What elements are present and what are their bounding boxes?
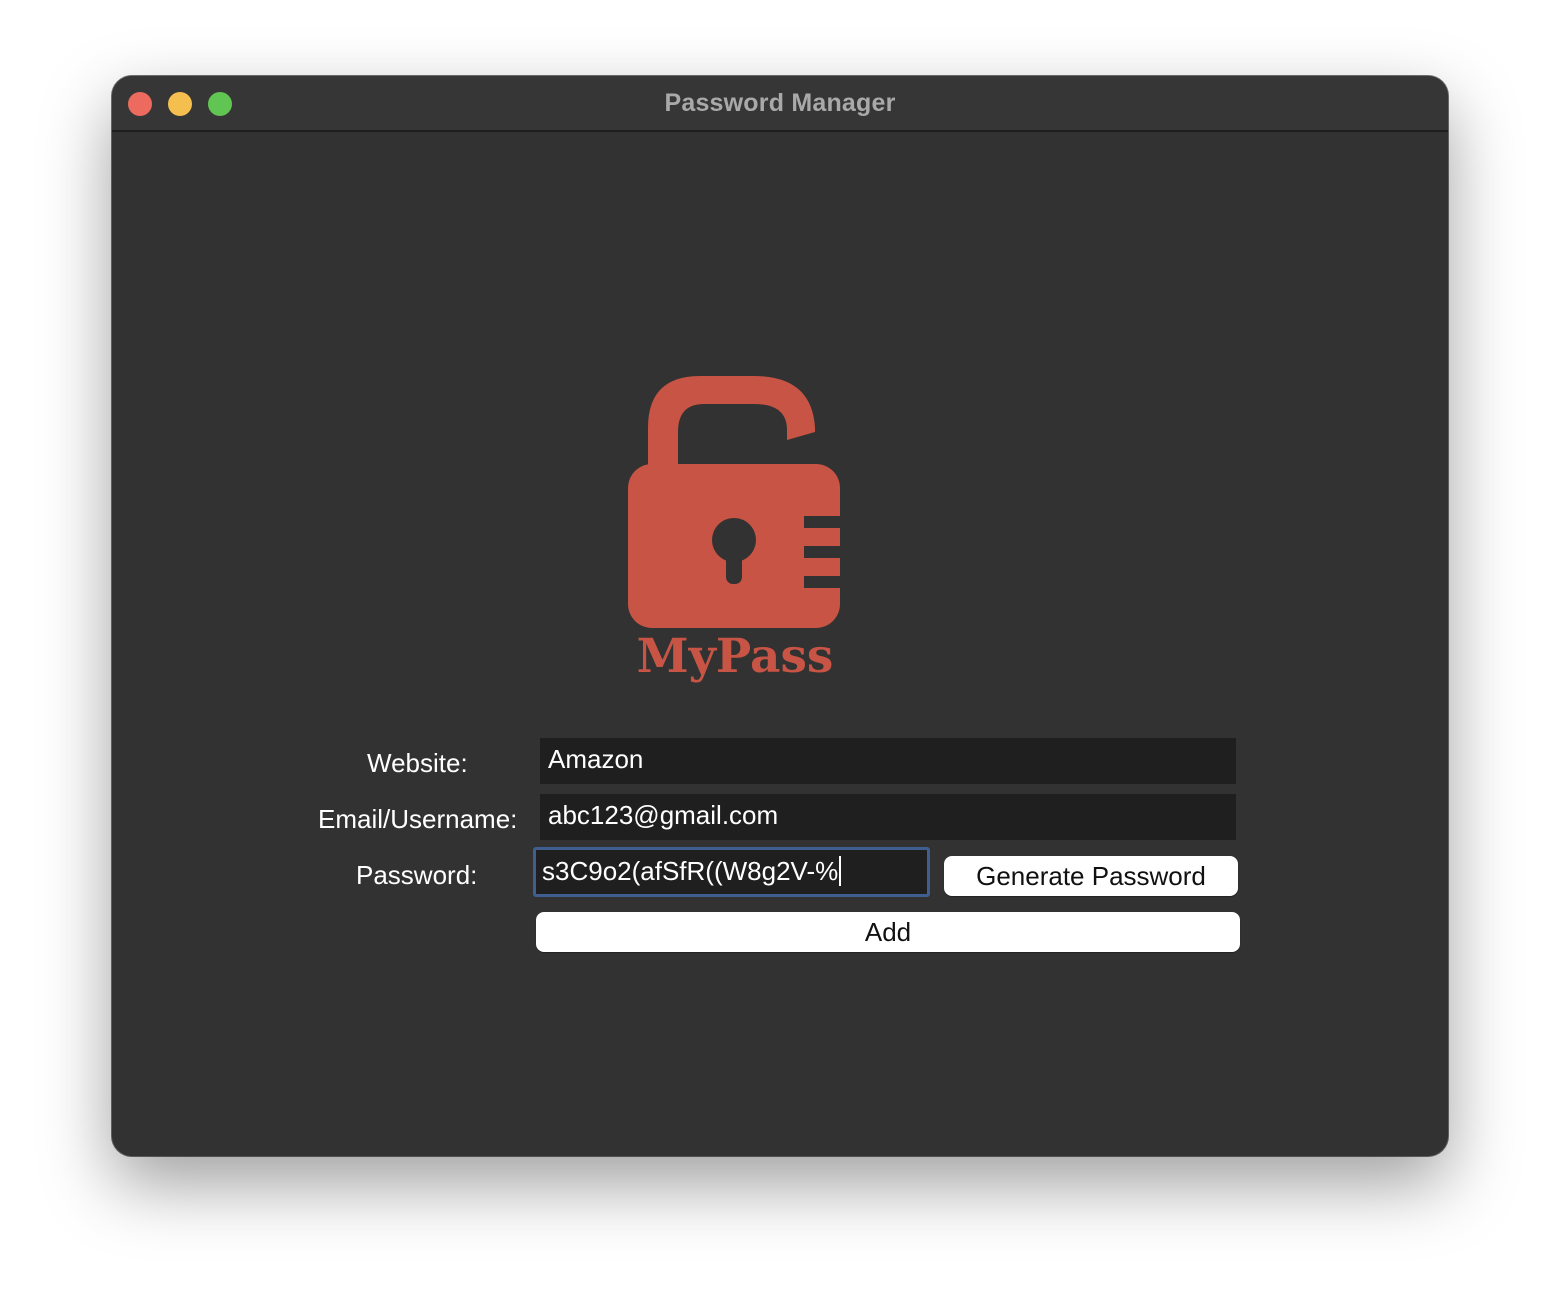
add-button[interactable]: Add [536,912,1240,952]
title-bar[interactable]: Password Manager [112,76,1448,132]
mypass-logo: MyPass [628,376,844,684]
password-label: Password: [356,860,478,890]
text-caret [839,856,842,886]
app-window: Password Manager MyPass Website: Amazon … [112,76,1448,1156]
padlock-icon [628,376,840,628]
email-input[interactable]: abc123@gmail.com [540,794,1236,840]
website-input[interactable]: Amazon [540,738,1236,784]
email-label: Email/Username: [318,804,518,834]
website-label: Website: [367,748,468,778]
logo-text: MyPass [637,629,834,684]
window-title: Password Manager [664,89,896,117]
password-value: s3C9o2(afSfR((W8g2V-% [542,856,839,886]
generate-password-button[interactable]: Generate Password [944,856,1238,896]
password-input[interactable]: s3C9o2(afSfR((W8g2V-% [533,847,930,897]
